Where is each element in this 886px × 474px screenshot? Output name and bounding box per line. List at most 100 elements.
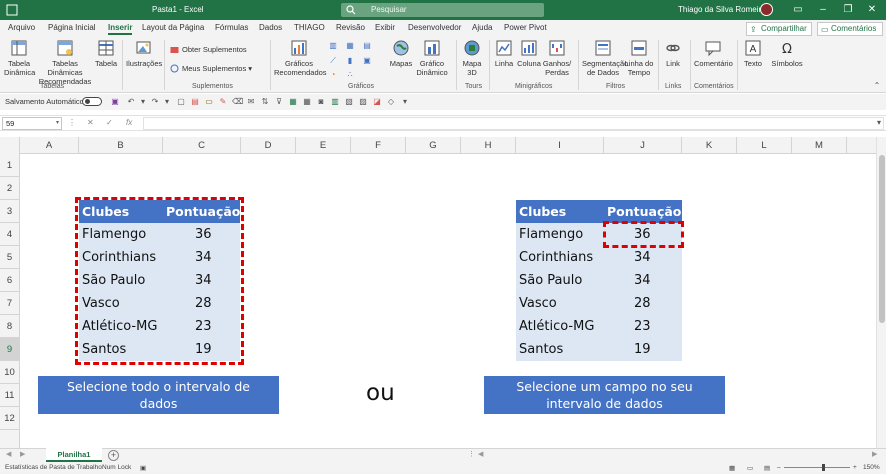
row-header-7[interactable]: 7 [0, 292, 20, 315]
scrollbar-thumb[interactable] [879, 155, 885, 323]
column-chart-icon[interactable]: ▥ [328, 41, 338, 51]
next-sheet-icon[interactable]: ▶ [20, 450, 25, 458]
row-header-3[interactable]: 3 [0, 200, 20, 223]
page-layout-view-icon[interactable]: ▭ [747, 464, 753, 472]
table-row[interactable]: São Paulo 34 [516, 269, 682, 292]
close-icon[interactable]: ✕ [864, 2, 880, 18]
link-button[interactable]: Link [662, 39, 684, 68]
row-header-9[interactable]: 9 [0, 338, 20, 361]
column-header-j[interactable]: J [604, 137, 682, 154]
search-box[interactable]: Pesquisar [341, 3, 544, 17]
select-all-corner[interactable] [0, 137, 20, 154]
prev-sheet-icon[interactable]: ◀ [6, 450, 11, 458]
simbolos-button[interactable]: Ω Símbolos [770, 39, 804, 68]
email-icon[interactable]: ✉ [246, 97, 256, 107]
row-header-6[interactable]: 6 [0, 269, 20, 292]
segmentacao-de-dados-button[interactable]: Segmentação de Dados [582, 39, 628, 77]
comentario-button[interactable]: Comentário [694, 39, 733, 68]
camera-icon[interactable]: ◙ [316, 97, 326, 107]
table-row[interactable]: Vasco 28 [516, 292, 682, 315]
table-row[interactable]: São Paulo 34 [79, 269, 240, 292]
tabela-button[interactable]: Tabela [95, 39, 117, 68]
tab-arquivo[interactable]: Arquivo [8, 23, 35, 32]
graficos-recomendados-button[interactable]: Gráficos Recomendados [274, 39, 327, 77]
open-folder-icon[interactable]: ▭ [204, 97, 214, 107]
column-header-g[interactable]: G [406, 137, 461, 154]
chart-quick-icon[interactable]: ▧ [344, 97, 354, 107]
column-header-k[interactable]: K [682, 137, 737, 154]
normal-view-icon[interactable]: ▦ [729, 464, 735, 472]
zoom-slider[interactable] [784, 467, 850, 468]
meus-suplementos-button[interactable]: Meus Suplementos ▾ [170, 64, 252, 73]
new-file-icon[interactable]: ▢ [176, 97, 186, 107]
worksheet-grid[interactable]: A B C D E F G H I J K L M 1 2 3 4 5 6 7 … [0, 137, 876, 448]
user-name[interactable]: Thiago da Silva Romeiro [678, 5, 766, 14]
name-box[interactable]: 59 ▾ [2, 117, 62, 130]
hierarchy-chart-icon[interactable]: ▦ [345, 41, 355, 51]
tab-dados[interactable]: Dados [259, 23, 282, 32]
tab-pagina-inicial[interactable]: Página Inicial [48, 23, 96, 32]
table-row[interactable]: Atlético-MG 23 [79, 315, 240, 338]
ilustracoes-button[interactable]: Ilustrações [126, 39, 162, 68]
row-header-4[interactable]: 4 [0, 223, 20, 246]
save-icon[interactable]: ▣ [110, 97, 120, 107]
row-header-5[interactable]: 5 [0, 246, 20, 269]
column-header-n[interactable] [847, 137, 876, 154]
table-quick-icon[interactable]: ▥ [330, 97, 340, 107]
image-quick-icon[interactable]: ◪ [372, 97, 382, 107]
undo-icon[interactable]: ↶ [126, 97, 136, 107]
restore-icon[interactable]: ❐ [840, 2, 856, 18]
enter-icon[interactable]: ✓ [106, 118, 113, 127]
tab-formulas[interactable]: Fórmulas [215, 23, 248, 32]
zoom-in-icon[interactable]: + [853, 464, 857, 471]
zoom-level[interactable]: 150% [863, 464, 880, 471]
vertical-scrollbar[interactable] [876, 137, 886, 448]
column-header-h[interactable]: H [461, 137, 516, 154]
sparkline-ganhos-perdas-button[interactable]: Ganhos/ Perdas [542, 39, 572, 77]
table-row[interactable]: Atlético-MG 23 [516, 315, 682, 338]
format-painter-icon[interactable]: ✎ [218, 97, 228, 107]
tab-revisao[interactable]: Revisão [336, 23, 365, 32]
sort-icon[interactable]: ⇅ [260, 97, 270, 107]
table-row[interactable]: Vasco 28 [79, 292, 240, 315]
row-header-2[interactable]: 2 [0, 177, 20, 200]
mapa-3d-button[interactable]: Mapa 3D [460, 39, 484, 77]
tabela-dinamica-button[interactable]: Tabela Dinâmica [4, 39, 35, 77]
customize-toolbar-icon[interactable]: ▾ [400, 97, 410, 107]
workbook-statistics[interactable]: Estatísticas de Pasta de Trabalho [5, 464, 102, 471]
column-header-b[interactable]: B [79, 137, 163, 154]
collapse-ribbon-icon[interactable]: ⌃ [872, 81, 882, 91]
redo-dropdown-icon[interactable]: ▾ [162, 97, 172, 107]
tab-exibir[interactable]: Exibir [375, 23, 395, 32]
table-row[interactable]: Santos 19 [516, 338, 682, 361]
minimize-icon[interactable]: – [815, 2, 831, 18]
tabelas-recomendadas-button[interactable]: Tabelas Dinâmicas Recomendadas [36, 39, 94, 86]
table-row[interactable]: Corinthians 34 [79, 246, 240, 269]
pivot-quick-icon[interactable]: ▨ [358, 97, 368, 107]
waterfall-chart-icon[interactable]: ▤ [362, 41, 372, 51]
accessibility-icon[interactable]: ▣ [140, 464, 146, 472]
filter-icon[interactable]: ⊽ [274, 97, 284, 107]
scroll-left-icon[interactable]: ◀ [478, 450, 483, 458]
insert-function-icon[interactable]: fx [126, 118, 132, 127]
sparkline-linha-button[interactable]: Linha [493, 39, 515, 68]
formula-input[interactable] [143, 117, 884, 130]
column-header-m[interactable]: M [792, 137, 847, 154]
combo-chart-icon[interactable]: ▣ [362, 56, 372, 66]
tab-split-handle[interactable]: ⋮ [468, 450, 475, 458]
share-button[interactable]: ⇪ Compartilhar [746, 22, 812, 36]
page-break-view-icon[interactable]: ▤ [764, 464, 770, 472]
shapes-quick-icon[interactable]: ◇ [386, 97, 396, 107]
row-header-12[interactable]: 12 [0, 407, 20, 430]
print-icon[interactable]: ▤ [190, 97, 200, 107]
sheet-tab-planilha1[interactable]: Planilha1 [46, 448, 102, 462]
zoom-out-icon[interactable]: – [777, 464, 781, 471]
scatter-chart-icon[interactable]: ∴ [345, 70, 355, 80]
column-header-a[interactable]: A [20, 137, 79, 154]
tab-power-pivot[interactable]: Power Pivot [504, 23, 547, 32]
sheet-icon[interactable]: ▦ [288, 97, 298, 107]
add-sheet-icon[interactable]: + [108, 450, 119, 461]
cancel-icon[interactable]: ✕ [87, 118, 94, 127]
table-row[interactable]: Corinthians 34 [516, 246, 682, 269]
table-row[interactable]: Flamengo 36 [79, 223, 240, 246]
